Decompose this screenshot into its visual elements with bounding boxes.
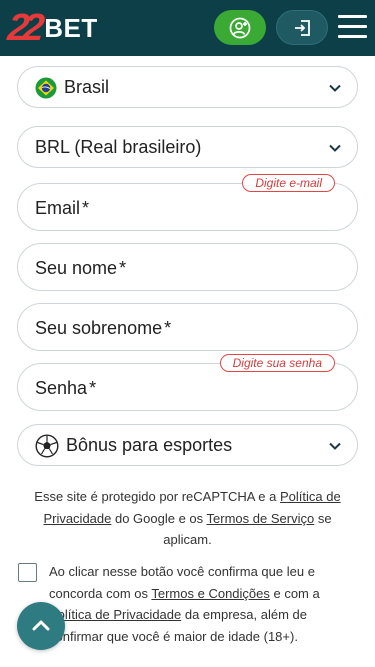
password-placeholder: Senha * — [35, 378, 97, 398]
last-name-field[interactable]: Seu sobrenome * — [17, 303, 358, 351]
soccer-ball-icon — [35, 434, 59, 458]
consent-text: Ao clicar nesse botão você confirma que … — [49, 561, 344, 647]
terms-conditions-link[interactable]: Termos e Condições — [151, 586, 270, 601]
chevron-up-icon — [32, 620, 50, 631]
google-terms-link[interactable]: Termos de Serviço — [207, 511, 315, 526]
logo-text: BET — [44, 13, 98, 43]
logo[interactable]: 22 BET — [5, 7, 98, 49]
first-name-field[interactable]: Seu nome * — [17, 243, 358, 291]
password-field[interactable]: Digite sua senha Senha * — [17, 354, 358, 411]
country-select[interactable]: Brasil — [17, 66, 358, 108]
top-bar: 22 BET — [0, 0, 375, 56]
email-field[interactable]: Digite e-mail Email * — [17, 174, 358, 231]
consent-text-part: e com a — [269, 585, 320, 601]
register-button[interactable] — [214, 10, 266, 45]
login-icon — [295, 19, 310, 36]
email-placeholder: Email * — [35, 198, 90, 218]
user-plus-icon — [229, 17, 251, 38]
chevron-down-icon — [329, 442, 341, 450]
company-privacy-link[interactable]: Política de Privacidade — [49, 607, 181, 622]
first-name-placeholder: Seu nome * — [35, 258, 127, 278]
brazil-flag-icon — [35, 77, 57, 99]
currency-value: BRL (Real brasileiro) — [35, 137, 202, 157]
country-value: Brasil — [64, 77, 110, 97]
email-hint: Digite e-mail — [242, 174, 335, 192]
consent-checkbox[interactable] — [18, 563, 37, 582]
bonus-value: Bônus para esportes — [66, 435, 233, 455]
last-name-placeholder: Seu sobrenome * — [35, 318, 172, 338]
currency-select[interactable]: BRL (Real brasileiro) — [17, 126, 358, 168]
recaptcha-notice: Esse site é protegido por reCAPTCHA e a … — [20, 486, 355, 551]
login-button[interactable] — [276, 10, 328, 45]
logo-number: 22 — [5, 7, 41, 49]
password-hint: Digite sua senha — [219, 354, 335, 372]
chevron-down-icon — [329, 144, 341, 152]
scroll-to-top-button[interactable] — [17, 602, 65, 650]
bonus-select[interactable]: Bônus para esportes — [17, 424, 358, 466]
recaptcha-text: Esse site é protegido por reCAPTCHA e a — [34, 489, 280, 504]
chevron-down-icon — [329, 84, 341, 92]
hamburger-icon[interactable] — [338, 15, 368, 41]
recaptcha-text: do Google e os — [111, 510, 207, 526]
